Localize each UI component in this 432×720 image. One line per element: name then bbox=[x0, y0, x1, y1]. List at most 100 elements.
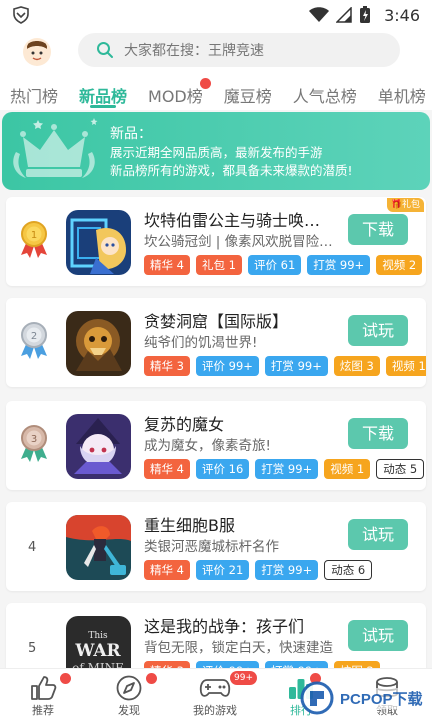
tag-review[interactable]: 评价 16 bbox=[195, 459, 250, 479]
gold-medal-icon: 1 bbox=[16, 219, 52, 259]
game-icon[interactable] bbox=[66, 210, 131, 275]
crown-icon bbox=[13, 118, 98, 178]
vpn-shield-icon bbox=[13, 6, 29, 24]
game-name: 坎特伯雷公主与骑士唤醒冠军之剑的奇幻冒险 bbox=[144, 211, 334, 230]
tab-mod-label: MOD榜 bbox=[148, 87, 203, 106]
gift-icon: 🎁 bbox=[390, 200, 402, 210]
signal-icon bbox=[336, 7, 352, 23]
nav-discover[interactable]: 发现 bbox=[86, 669, 172, 720]
ranking-tabs: 热门榜 新品榜 MOD榜 魔豆榜 人气总榜 单机榜 bbox=[0, 74, 432, 110]
banner-line-1: 展示近期全网品质高，最新发布的手游 bbox=[110, 145, 323, 160]
svg-text:3: 3 bbox=[31, 434, 37, 445]
try-button[interactable]: 试玩 bbox=[348, 519, 408, 550]
tab-new[interactable]: 新品榜 bbox=[79, 74, 127, 110]
watermark-logo: PCPOP下载 bbox=[300, 680, 428, 716]
game-tags: 精华 4 评价 16 打赏 99+ 视频 1 动态 5 bbox=[144, 459, 426, 479]
tag-tip[interactable]: 打赏 99+ bbox=[255, 560, 319, 580]
tag-video[interactable]: 视频 1 bbox=[385, 356, 426, 376]
compass-icon bbox=[116, 675, 142, 701]
search-placeholder: 大家都在搜：王牌竞速 bbox=[124, 43, 264, 59]
avatar-icon bbox=[23, 38, 51, 66]
tab-single[interactable]: 单机榜 bbox=[378, 74, 426, 110]
tag-tip[interactable]: 打赏 99+ bbox=[307, 255, 371, 275]
nav-discover-label: 发现 bbox=[118, 704, 140, 717]
tag-review[interactable]: 评价 99+ bbox=[195, 356, 259, 376]
try-button[interactable]: 试玩 bbox=[348, 620, 408, 651]
game-subtitle: 背包无限，锁定白天，快速建造 bbox=[144, 640, 333, 656]
tag-essence[interactable]: 精华 4 bbox=[144, 560, 190, 580]
game-name: 重生细胞B服 bbox=[144, 516, 235, 535]
tab-hot[interactable]: 热门榜 bbox=[10, 74, 58, 110]
top-header: 大家都在搜：王牌竞速 bbox=[0, 30, 432, 74]
nav-my-games[interactable]: 99+ 我的游戏 bbox=[172, 669, 258, 720]
nav-my-games-label: 我的游戏 bbox=[193, 704, 237, 717]
nav-discover-dot bbox=[146, 673, 157, 684]
my-games-badge: 99+ bbox=[230, 671, 257, 685]
search-icon bbox=[97, 42, 113, 58]
svg-text:This: This bbox=[88, 631, 108, 641]
tag-gift[interactable]: 礼包 1 bbox=[195, 255, 242, 275]
game-subtitle: 成为魔女，像素奇旅! bbox=[144, 438, 271, 454]
tag-review[interactable]: 评价 21 bbox=[195, 560, 250, 580]
tag-tip[interactable]: 打赏 99+ bbox=[255, 459, 319, 479]
gift-label: 礼包 bbox=[401, 200, 420, 210]
banner-text: 新品： 展示近期全网品质高，最新发布的手游 新品榜所有的游戏，都具备未来爆款的潜… bbox=[110, 125, 353, 180]
watermark-text: PCPOP下载 bbox=[338, 687, 425, 709]
tag-video[interactable]: 视频 2 bbox=[376, 255, 423, 275]
status-bar: 3:46 bbox=[0, 0, 432, 30]
tab-popular[interactable]: 人气总榜 bbox=[293, 74, 357, 110]
game-name: 这是我的战争：孩子们 bbox=[144, 617, 305, 636]
game-tags: 精华 4 礼包 1 评价 61 打赏 99+ 视频 2 bbox=[144, 255, 426, 275]
game-subtitle: 坎公骑冠剑 | 像素风欢脱冒险RPG bbox=[144, 234, 334, 250]
rank-number: 5 bbox=[28, 641, 37, 656]
game-icon[interactable] bbox=[66, 515, 131, 580]
game-card[interactable]: 1 坎特伯雷公主与骑士唤醒冠军之剑的奇幻冒险 坎公骑冠剑 | 像素风欢脱冒险RP… bbox=[6, 197, 426, 286]
game-card[interactable]: 3 复苏的魔女 成为魔女，像素奇旅! 精华 4 评价 16 打赏 99+ 视频 … bbox=[6, 401, 426, 490]
tag-essence[interactable]: 精华 4 bbox=[144, 459, 190, 479]
game-name: 贪婪洞窟【国际版】 bbox=[144, 312, 289, 331]
search-bar[interactable]: 大家都在搜：王牌竞速 bbox=[78, 33, 400, 67]
game-card[interactable]: 2 贪婪洞窟【国际版】 纯爷们的饥渴世界! 精华 3 评价 99+ 打赏 99+… bbox=[6, 298, 426, 387]
tag-screenshot[interactable]: 炫图 3 bbox=[333, 356, 380, 376]
user-avatar[interactable] bbox=[22, 37, 52, 67]
svg-text:WAR: WAR bbox=[74, 641, 121, 661]
tab-modou[interactable]: 魔豆榜 bbox=[224, 74, 272, 110]
game-name: 复苏的魔女 bbox=[144, 415, 225, 434]
banner-line-2: 新品榜所有的游戏，都具备未来爆款的潜质! bbox=[110, 163, 353, 178]
gift-badge: 🎁礼包 bbox=[386, 198, 424, 212]
banner-title: 新品： bbox=[110, 126, 152, 142]
game-tags: 精华 4 评价 21 打赏 99+ 动态 6 bbox=[144, 560, 426, 580]
watermark-icon bbox=[300, 681, 334, 715]
bronze-medal-icon: 3 bbox=[16, 423, 52, 463]
clock: 3:46 bbox=[384, 5, 420, 25]
tag-tip[interactable]: 打赏 99+ bbox=[264, 356, 328, 376]
nav-recommend[interactable]: 推荐 bbox=[0, 669, 86, 720]
tag-video[interactable]: 视频 1 bbox=[324, 459, 371, 479]
intro-banner: 新品： 展示近期全网品质高，最新发布的手游 新品榜所有的游戏，都具备未来爆款的潜… bbox=[2, 112, 430, 190]
game-icon[interactable] bbox=[66, 414, 131, 479]
tag-review[interactable]: 评价 61 bbox=[247, 255, 302, 275]
download-button[interactable]: 下载 bbox=[348, 214, 408, 245]
thumbs-up-icon bbox=[31, 676, 57, 700]
try-button[interactable]: 试玩 bbox=[348, 315, 408, 346]
game-card[interactable]: 4 重生细胞B服 类银河恶魔城标杆名作 精华 4 评价 21 打赏 99+ 动态… bbox=[6, 502, 426, 591]
tag-essence[interactable]: 精华 3 bbox=[144, 356, 190, 376]
nav-recommend-dot bbox=[60, 673, 71, 684]
game-subtitle: 纯爷们的饥渴世界! bbox=[144, 335, 258, 351]
nav-recommend-label: 推荐 bbox=[32, 704, 54, 717]
wifi-icon bbox=[309, 7, 330, 22]
svg-text:1: 1 bbox=[31, 230, 37, 241]
tag-essence[interactable]: 精华 4 bbox=[144, 255, 190, 275]
game-tags: 精华 3 评价 99+ 打赏 99+ 炫图 3 视频 1 bbox=[144, 356, 426, 376]
gamepad-icon bbox=[199, 679, 231, 697]
svg-text:2: 2 bbox=[31, 331, 37, 342]
tab-mod-dot bbox=[199, 78, 211, 89]
download-button[interactable]: 下载 bbox=[348, 418, 408, 449]
rank-number: 4 bbox=[28, 540, 37, 555]
game-icon[interactable] bbox=[66, 311, 131, 376]
tab-mod[interactable]: MOD榜 bbox=[148, 74, 211, 110]
tag-activity[interactable]: 动态 5 bbox=[376, 459, 425, 479]
silver-medal-icon: 2 bbox=[16, 320, 52, 360]
tag-activity[interactable]: 动态 6 bbox=[324, 560, 373, 580]
battery-icon bbox=[360, 6, 371, 23]
